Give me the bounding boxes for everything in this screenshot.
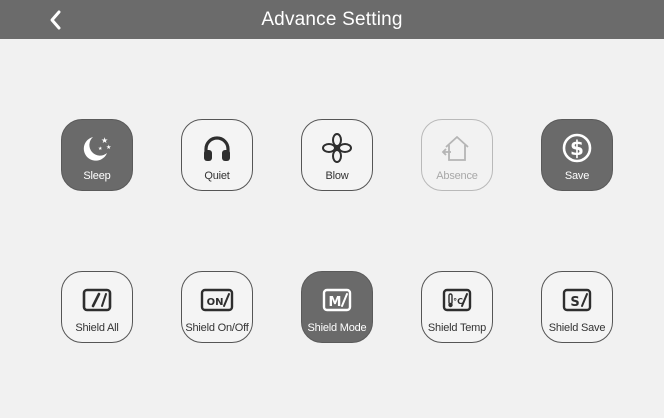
svg-text:★: ★ bbox=[98, 146, 103, 152]
dollar-save-icon: $ bbox=[562, 133, 592, 163]
shield-save-icon: S bbox=[562, 288, 592, 312]
sleep-label: Sleep bbox=[83, 170, 111, 182]
absence-button[interactable]: Absence bbox=[421, 119, 493, 191]
shield-mode-icon: M bbox=[322, 288, 352, 312]
blow-button[interactable]: Blow bbox=[301, 119, 373, 191]
headphones-icon bbox=[204, 136, 230, 161]
svg-text:$: $ bbox=[570, 136, 584, 160]
save-label: Save bbox=[564, 170, 590, 182]
home-absence-icon bbox=[441, 136, 469, 161]
chevron-left-icon bbox=[50, 10, 61, 30]
shield-onoff-label: Shield On/Off bbox=[185, 322, 249, 334]
sleep-button[interactable]: ★ ★ ★ Sleep bbox=[61, 119, 133, 191]
svg-text:M: M bbox=[329, 295, 342, 310]
moon-stars-icon: ★ ★ ★ bbox=[83, 136, 111, 161]
back-button[interactable] bbox=[40, 4, 72, 36]
save-button[interactable]: $ Save bbox=[541, 119, 613, 191]
shield-all-button[interactable]: Shield All bbox=[61, 271, 133, 343]
shield-save-button[interactable]: S Shield Save bbox=[541, 271, 613, 343]
absence-label: Absence bbox=[436, 170, 478, 182]
shield-temp-button[interactable]: °C Shield Temp bbox=[421, 271, 493, 343]
svg-text:★: ★ bbox=[106, 144, 111, 151]
shield-temp-icon: °C bbox=[442, 288, 472, 312]
fan-blow-icon bbox=[322, 133, 352, 163]
shield-save-label: Shield Save bbox=[548, 322, 606, 334]
shield-temp-label: Shield Temp bbox=[427, 322, 487, 334]
quiet-button[interactable]: Quiet bbox=[181, 119, 253, 191]
blow-label: Blow bbox=[325, 170, 349, 182]
svg-text:S: S bbox=[570, 295, 579, 310]
shield-onoff-icon: ON bbox=[200, 288, 234, 312]
shield-mode-button[interactable]: M Shield Mode bbox=[301, 271, 373, 343]
shield-mode-label: Shield Mode bbox=[307, 322, 367, 334]
shield-onoff-button[interactable]: ON Shield On/Off bbox=[181, 271, 253, 343]
advance-setting-screen: Advance Setting ★ ★ ★ Sleep Quiet Blow A… bbox=[0, 0, 664, 418]
top-bar: Advance Setting bbox=[0, 0, 664, 39]
shield-all-icon bbox=[82, 288, 112, 312]
quiet-label: Quiet bbox=[204, 170, 230, 182]
page-title: Advance Setting bbox=[261, 8, 403, 30]
svg-text:ON: ON bbox=[207, 297, 224, 308]
shield-all-label: Shield All bbox=[75, 322, 119, 334]
